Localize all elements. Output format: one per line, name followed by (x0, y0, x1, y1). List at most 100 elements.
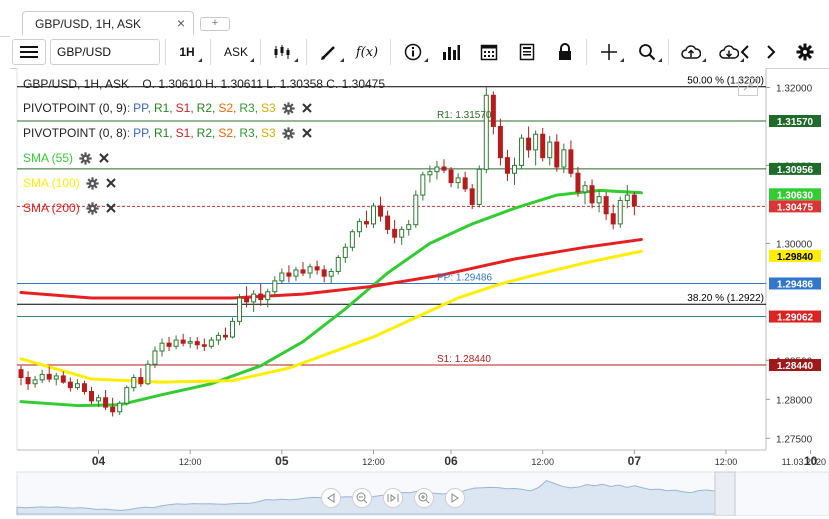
candle-body (378, 205, 384, 217)
expand-button[interactable] (738, 78, 758, 96)
level-label: 38.20 % (1.2922) (687, 293, 764, 304)
x-tick-label: 12:00 (179, 457, 202, 467)
indicator-remove-close-icon[interactable] (105, 177, 117, 189)
candle-body (554, 141, 560, 168)
candle-body (60, 375, 66, 383)
candle-body (617, 200, 623, 225)
indicator-legend-item: SMA (200) (23, 201, 117, 215)
pivot-level-label: R2, (196, 126, 216, 140)
pivot-level-label: S3 (261, 126, 276, 140)
candle-body (187, 341, 193, 344)
pivot-level-label: S2, (218, 101, 237, 115)
bar-chart-icon (443, 45, 460, 60)
add-tab-button[interactable]: + (200, 17, 230, 31)
candle-body (624, 194, 630, 202)
chart-area[interactable]: 50.00 % (1.3200) R1: 1.31570 PP: 1.29486 38… (0, 68, 829, 517)
indicators-button[interactable]: f(x) (350, 39, 384, 65)
candle-body (74, 383, 80, 389)
candle-body (540, 133, 546, 159)
nav-prev-button[interactable] (321, 488, 341, 508)
tab-title: GBP/USD, 1H, ASK (35, 17, 142, 31)
level-label: R1: 1.31570 (437, 110, 492, 121)
zoom-in-icon (418, 492, 430, 504)
upload-button[interactable] (674, 39, 708, 65)
nav-zoom-in-button[interactable] (414, 488, 434, 508)
scroll-right-button[interactable] (762, 39, 780, 65)
indicator-settings-gear-icon[interactable] (282, 101, 295, 115)
info-button[interactable] (396, 39, 430, 65)
candle-body (67, 381, 73, 389)
candle-body (589, 185, 595, 204)
candle-body (497, 125, 503, 159)
settings-button[interactable] (790, 39, 820, 65)
candle-body (258, 293, 264, 301)
x-tick-label: 12:00 (362, 457, 385, 467)
pivot-level-label: R1, (153, 101, 173, 115)
fx-icon: f(x) (355, 44, 379, 60)
price-tag-label: 1.31570 (777, 117, 814, 128)
zoom-button[interactable] (630, 39, 664, 65)
volume-button[interactable] (434, 39, 468, 65)
indicator-name: SMA (200) (23, 201, 80, 215)
price-tag-label: 1.30956 (777, 165, 814, 176)
chart-toolbar: GBP/USD 1H ASK f(x) (10, 36, 829, 69)
chart-type-button[interactable] (266, 39, 300, 65)
news-button[interactable] (510, 39, 544, 65)
indicator-settings-gear-icon[interactable] (86, 201, 99, 215)
price-side-value: ASK (223, 45, 248, 59)
candle-body (610, 213, 616, 225)
candle-body (89, 391, 94, 402)
x-tick-label: 12:00 (715, 457, 738, 467)
candle-body (519, 137, 525, 166)
nav-reset-button[interactable] (383, 488, 403, 508)
nav-next-button[interactable] (445, 488, 465, 508)
candle-body (363, 221, 369, 225)
pencil-icon (321, 46, 335, 60)
candle-body (441, 166, 447, 171)
tab-close-icon[interactable]: × (177, 15, 185, 31)
candle-body (222, 334, 228, 338)
indicator-remove-close-icon[interactable] (98, 152, 110, 164)
crosshair-button[interactable] (592, 39, 626, 65)
nav-zoom-out-button[interactable] (352, 488, 372, 508)
candle-body (406, 224, 412, 230)
chart-tab[interactable]: GBP/USD, 1H, ASK × (22, 11, 194, 35)
level-label: S1: 1.28440 (437, 354, 491, 365)
scroll-left-button[interactable] (736, 39, 754, 65)
indicator-remove-close-icon[interactable] (105, 202, 117, 214)
chevron-left-icon (740, 45, 749, 59)
indicator-settings-gear-icon[interactable] (282, 126, 295, 140)
candle-body (166, 342, 172, 347)
calendar-button[interactable] (472, 39, 506, 65)
indicator-name: PIVOTPOINT (0, 8) (23, 126, 127, 140)
candle-body (582, 185, 588, 193)
price-side-selector[interactable]: ASK (216, 39, 256, 65)
candle-body (434, 166, 440, 173)
level-label: PP: 1.29486 (437, 272, 492, 283)
candle-body (455, 177, 461, 184)
tab-bar: GBP/USD, 1H, ASK × + (0, 0, 829, 37)
pivot-level-label: PP, (133, 101, 151, 115)
indicator-remove-close-icon[interactable] (301, 127, 313, 139)
gear-icon (796, 43, 814, 61)
indicator-settings-gear-icon[interactable] (86, 176, 99, 190)
indicator-settings-gear-icon[interactable] (79, 151, 92, 165)
ohlc-readout: O. 1.30610 H. 1.30611 L. 1.30358 C. 1.30… (142, 77, 386, 91)
timeframe-selector[interactable]: 1H (170, 39, 204, 65)
y-tick-label: 1.27500 (776, 434, 813, 445)
candle-body (413, 194, 419, 226)
candle-body (462, 177, 468, 190)
lock-button[interactable] (548, 39, 582, 65)
drawing-tool-button[interactable] (312, 39, 346, 65)
candle-body (103, 397, 109, 408)
navigator-handle (714, 471, 736, 517)
menu-button[interactable] (12, 39, 46, 65)
candle-body (117, 402, 123, 413)
indicator-remove-close-icon[interactable] (301, 102, 313, 114)
candle-body (392, 228, 398, 238)
symbol-selector[interactable]: GBP/USD (50, 39, 160, 65)
candle-body (138, 376, 144, 385)
pivot-level-label: S3 (261, 101, 276, 115)
pivot-level-label: R3, (239, 101, 259, 115)
candle-body (131, 376, 137, 389)
